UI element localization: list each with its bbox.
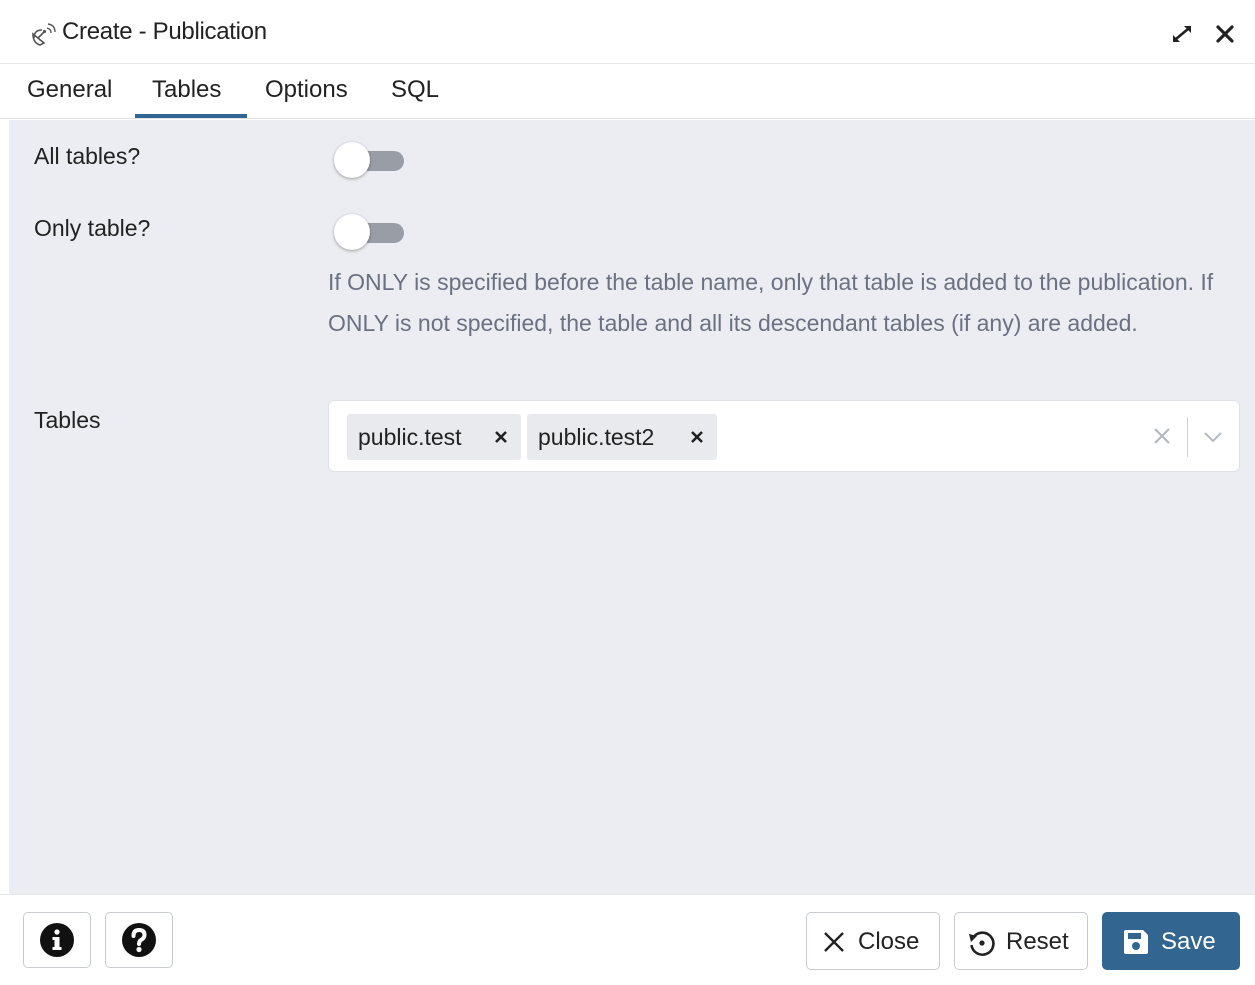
save-icon bbox=[1124, 930, 1148, 954]
chip-label: public.test bbox=[358, 423, 462, 450]
dialog-footer: Close Reset Save bbox=[0, 894, 1255, 985]
dialog-title: Create - Publication bbox=[62, 18, 267, 45]
tab-general[interactable]: General bbox=[27, 76, 112, 104]
close-icon[interactable] bbox=[1211, 20, 1239, 48]
toggle-knob bbox=[334, 142, 370, 178]
select-divider bbox=[1187, 417, 1188, 457]
tables-multiselect[interactable]: public.test public.test2 bbox=[328, 400, 1240, 472]
selected-table-chip: public.test2 bbox=[527, 414, 717, 460]
only-table-help-text: If ONLY is specified before the table na… bbox=[328, 269, 1214, 336]
help-button[interactable] bbox=[105, 912, 173, 968]
only-table-toggle[interactable] bbox=[334, 214, 404, 250]
tab-content-panel bbox=[9, 120, 1255, 894]
tab-sql[interactable]: SQL bbox=[391, 76, 439, 104]
save-button-label: Save bbox=[1161, 928, 1216, 955]
remove-chip-icon[interactable] bbox=[687, 427, 707, 447]
selected-table-chip: public.test bbox=[347, 414, 521, 460]
reset-button-label: Reset bbox=[1006, 928, 1069, 955]
chevron-down-icon[interactable] bbox=[1201, 425, 1225, 449]
close-button-label: Close bbox=[858, 928, 920, 955]
active-tab-indicator bbox=[135, 114, 247, 118]
close-button[interactable]: Close bbox=[806, 912, 940, 970]
save-button[interactable]: Save bbox=[1102, 912, 1240, 970]
tab-bar: General Tables Options SQL bbox=[0, 64, 1255, 119]
maximize-icon[interactable] bbox=[1168, 20, 1196, 48]
info-button[interactable] bbox=[23, 912, 91, 968]
tab-options[interactable]: Options bbox=[265, 76, 348, 104]
dialog-titlebar: Create - Publication bbox=[0, 0, 1255, 64]
publication-icon bbox=[32, 23, 56, 46]
all-tables-label: All tables? bbox=[34, 143, 141, 169]
info-icon bbox=[40, 923, 74, 957]
reset-button[interactable]: Reset bbox=[954, 912, 1088, 970]
reset-icon bbox=[969, 931, 995, 956]
remove-chip-icon[interactable] bbox=[491, 427, 511, 447]
help-icon bbox=[122, 923, 156, 957]
all-tables-toggle[interactable] bbox=[334, 142, 404, 178]
clear-selection-icon[interactable] bbox=[1151, 425, 1173, 447]
tables-label: Tables bbox=[34, 407, 101, 433]
toggle-knob bbox=[334, 214, 370, 250]
chip-label: public.test2 bbox=[538, 423, 655, 450]
tab-tables[interactable]: Tables bbox=[152, 76, 221, 104]
close-icon bbox=[824, 932, 844, 952]
only-table-label: Only table? bbox=[34, 215, 151, 241]
